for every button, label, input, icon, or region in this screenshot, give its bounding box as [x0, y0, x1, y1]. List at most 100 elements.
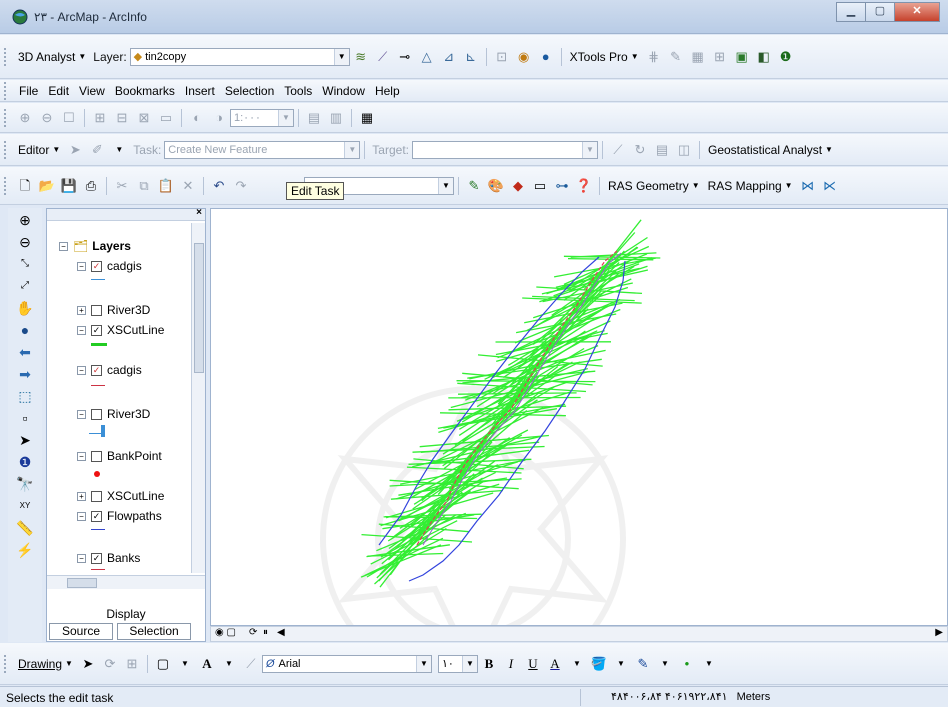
- fixed-zoom-in-icon[interactable]: ⤡: [16, 255, 34, 273]
- layer-row[interactable]: − ✓ Flowpaths: [77, 507, 162, 525]
- zoom-percent-select[interactable]: 1:۰۰۰ ▼: [230, 108, 294, 127]
- layer-checkbox[interactable]: [91, 408, 102, 420]
- layers-root[interactable]: − 🗂 Layers: [59, 237, 131, 255]
- menu-selection[interactable]: Selection: [220, 84, 279, 98]
- interpolate-point-icon[interactable]: △: [418, 48, 436, 66]
- map-canvas[interactable]: [211, 209, 948, 626]
- info-icon[interactable]: ❶: [777, 48, 795, 66]
- add-data-icon[interactable]: ▣: [733, 48, 751, 66]
- italic-button[interactable]: I: [502, 655, 520, 673]
- expand-toggle[interactable]: −: [77, 511, 86, 521]
- chevron-down-icon[interactable]: ▼: [220, 655, 238, 673]
- change-layout-icon[interactable]: ▦: [358, 109, 376, 127]
- layer-checkbox[interactable]: [91, 304, 102, 316]
- scroll-thumb[interactable]: [67, 578, 97, 588]
- ras-layer-icon[interactable]: ⋈: [799, 177, 817, 195]
- menu-bookmarks[interactable]: Bookmarks: [110, 84, 180, 98]
- profile-graph-icon[interactable]: ⊡: [493, 48, 511, 66]
- layer-checkbox[interactable]: ✓: [91, 324, 102, 336]
- menu-help[interactable]: Help: [370, 84, 405, 98]
- layer-checkbox[interactable]: [91, 490, 102, 502]
- chevron-down-icon[interactable]: ▼: [568, 655, 586, 673]
- font-select[interactable]: Ø Arial ▼: [261, 654, 432, 673]
- 3d-analyst-dropdown[interactable]: 3D Analyst ▼: [14, 47, 90, 67]
- focus-frame-icon[interactable]: ▥: [327, 109, 345, 127]
- layer-checkbox[interactable]: ✓: [91, 552, 102, 564]
- editor-toolbar-icon[interactable]: ✎: [465, 177, 483, 195]
- underline-button[interactable]: U: [524, 655, 542, 673]
- zoom-in-icon[interactable]: ⊕: [16, 211, 34, 229]
- go-to-xy-icon[interactable]: XY: [16, 497, 34, 515]
- edit-tool-icon[interactable]: ➤: [66, 141, 84, 159]
- back-arrow-icon[interactable]: ⬅: [16, 343, 34, 361]
- drawing-dropdown[interactable]: Drawing ▼: [14, 654, 77, 674]
- pan-hand-icon[interactable]: ✋: [16, 299, 34, 317]
- forward-arrow-icon[interactable]: ➡: [16, 365, 34, 383]
- chevron-down-icon[interactable]: ▼: [110, 141, 128, 159]
- toolbar-grip[interactable]: [4, 654, 8, 673]
- menu-view[interactable]: View: [74, 84, 110, 98]
- map-horizontal-scrollbar[interactable]: ◉ ▢ ⟳ ⏸ ◀ ▶: [210, 626, 948, 642]
- expand-toggle[interactable]: −: [77, 261, 86, 271]
- save-icon[interactable]: 💾: [60, 177, 78, 195]
- arcglobe-icon[interactable]: ●: [537, 48, 555, 66]
- toc-horizontal-scrollbar[interactable]: [47, 575, 205, 589]
- expand-toggle[interactable]: +: [77, 491, 86, 501]
- chevron-down-icon[interactable]: ▼: [700, 655, 718, 673]
- identify-icon[interactable]: ❶: [16, 453, 34, 471]
- expand-toggle[interactable]: −: [77, 325, 86, 335]
- grid-icon[interactable]: ⋕: [645, 48, 663, 66]
- pen-icon[interactable]: ✎: [667, 48, 685, 66]
- export-icon[interactable]: ◧: [755, 48, 773, 66]
- toggle-draft-icon[interactable]: ▤: [305, 109, 323, 127]
- font-color-button[interactable]: A: [546, 655, 564, 673]
- zoom-out-page-icon[interactable]: ⊖: [38, 109, 56, 127]
- previous-extent-icon[interactable]: ◐: [188, 109, 206, 127]
- table-icon[interactable]: ▦: [689, 48, 707, 66]
- close-button[interactable]: ✕: [894, 2, 940, 22]
- expand-toggle[interactable]: −: [77, 409, 86, 419]
- layer-checkbox[interactable]: ✓: [91, 260, 102, 272]
- editor-dropdown[interactable]: Editor ▼: [14, 140, 64, 160]
- geostatistical-analyst-dropdown[interactable]: Geostatistical Analyst ▼: [704, 140, 837, 160]
- zoom-out-icon[interactable]: ⊖: [16, 233, 34, 251]
- task-select[interactable]: Create New Feature ▼: [164, 140, 361, 159]
- sketch-tool-icon[interactable]: ✐: [88, 141, 106, 159]
- scroll-thumb[interactable]: [194, 243, 204, 373]
- layer-checkbox[interactable]: ✓: [91, 364, 102, 376]
- scroll-left-arrow[interactable]: ◀: [277, 627, 285, 638]
- line-of-sight-icon[interactable]: ⊸: [396, 48, 414, 66]
- attributes-icon[interactable]: ▤: [653, 141, 671, 159]
- full-extent-globe-icon[interactable]: ●: [16, 321, 34, 339]
- model-builder-icon[interactable]: ⊶: [553, 177, 571, 195]
- open-folder-icon[interactable]: 📂: [38, 177, 56, 195]
- toolbar-grip[interactable]: [4, 176, 8, 195]
- layer-select[interactable]: ◆ tin2copy ▼: [129, 47, 350, 66]
- tab-source[interactable]: Source: [49, 623, 113, 640]
- ras-geometry-dropdown[interactable]: RAS Geometry ▼: [604, 176, 704, 196]
- text-tool-icon[interactable]: A: [198, 655, 216, 673]
- expand-toggle[interactable]: +: [77, 305, 86, 315]
- menu-tools[interactable]: Tools: [279, 84, 317, 98]
- hyperlink-icon[interactable]: ⚡: [16, 541, 34, 559]
- expand-toggle[interactable]: −: [77, 553, 86, 563]
- marker-color-icon[interactable]: •: [678, 655, 696, 673]
- layer-row[interactable]: − ✓ Banks: [77, 549, 140, 567]
- line-color-icon[interactable]: ✎: [634, 655, 652, 673]
- toolbar-grip[interactable]: [4, 47, 8, 66]
- toc-vertical-scrollbar[interactable]: [191, 223, 205, 573]
- rotate-tool-icon[interactable]: ↻: [631, 141, 649, 159]
- split-tool-icon[interactable]: ⟋: [609, 141, 627, 159]
- arccatalog-icon[interactable]: ◆: [509, 177, 527, 195]
- new-document-icon[interactable]: 🗋: [16, 177, 34, 195]
- steepest-path-icon[interactable]: ⟋: [374, 48, 392, 66]
- command-line-icon[interactable]: ▭: [531, 177, 549, 195]
- find-binoculars-icon[interactable]: 🔭: [16, 475, 34, 493]
- font-size-select[interactable]: ۱۰ ▼: [437, 654, 478, 673]
- select-features-icon[interactable]: ⬚: [16, 387, 34, 405]
- toolbar-grip[interactable]: [4, 108, 8, 127]
- layer-row[interactable]: − ✓ cadgis: [77, 257, 142, 275]
- menu-insert[interactable]: Insert: [180, 84, 220, 98]
- refresh-icon[interactable]: ⟳: [249, 627, 257, 638]
- menu-window[interactable]: Window: [317, 84, 370, 98]
